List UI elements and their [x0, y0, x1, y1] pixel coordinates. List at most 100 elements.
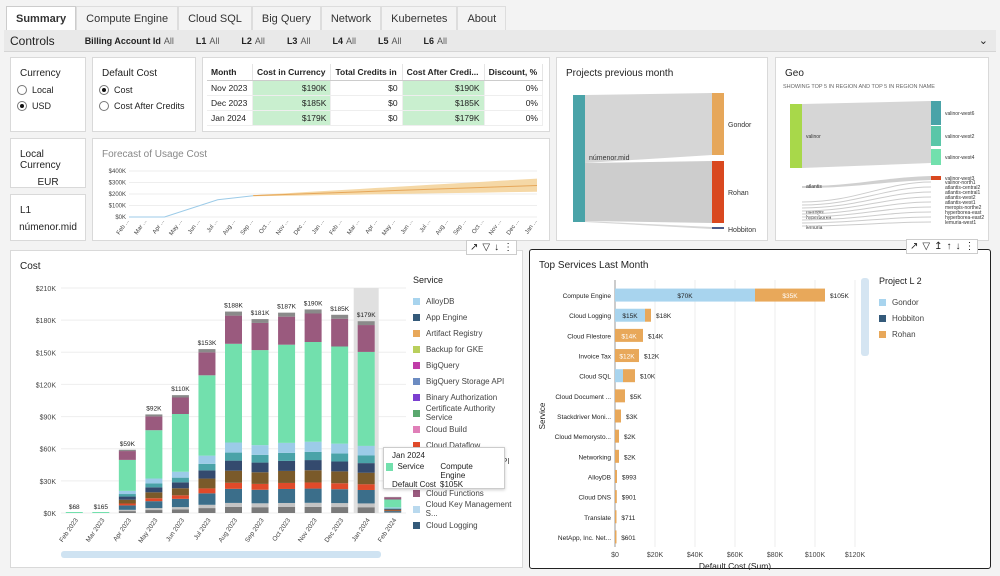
bar-segment: [145, 478, 163, 484]
tab-cloud-sql[interactable]: Cloud SQL: [178, 6, 252, 30]
geo-target-node: [931, 149, 941, 165]
currency-usd-radio[interactable]: USD: [17, 101, 85, 111]
filter-l4[interactable]: L4 All: [332, 36, 356, 46]
filter-icon[interactable]: ▽: [922, 241, 930, 252]
legend-item[interactable]: AlloyDB: [413, 293, 521, 309]
drill-down-icon[interactable]: ↓: [494, 242, 499, 253]
filter-l1[interactable]: L1 All: [196, 36, 220, 46]
cost-legend-title: Service: [413, 275, 444, 285]
bar-segment: [225, 343, 242, 443]
bar-segment: [331, 471, 349, 484]
x-tick-label: Mar ...: [347, 218, 362, 236]
tab-kubernetes[interactable]: Kubernetes: [381, 6, 458, 30]
cost-tooltip: Jan 2024 Service Compute Engine Default C…: [383, 447, 505, 489]
tab-summary[interactable]: Summary: [6, 6, 77, 30]
expand-icon[interactable]: ↗: [910, 241, 918, 252]
filter-billing-account[interactable]: Billing Account Id All: [85, 36, 174, 46]
table-header[interactable]: Cost in Currency: [252, 64, 332, 81]
table-header[interactable]: Month: [207, 64, 253, 81]
filter-l2[interactable]: L2 All: [241, 36, 265, 46]
geo-right-label: valinor-west6: [945, 111, 975, 117]
bar-segment: [145, 501, 163, 509]
bar-segment: [331, 503, 349, 508]
x-tick-label: Jul ...: [419, 218, 432, 233]
legend-item[interactable]: Rohan: [879, 326, 924, 342]
geo-left-label: atlantis: [806, 184, 822, 190]
bar-total-label: $2K: [624, 454, 636, 461]
more-icon[interactable]: ⋮: [964, 241, 974, 252]
legend-item[interactable]: Cloud Build: [413, 421, 521, 437]
drill-down-icon[interactable]: ↓: [955, 241, 960, 252]
bar-total-label: $18K: [656, 313, 672, 320]
bar-segment: [357, 321, 375, 326]
legend-label: BigQuery Storage API: [426, 376, 505, 386]
table-header[interactable]: Cost After Credi...: [402, 64, 485, 81]
legend-label: Rohan: [892, 329, 916, 339]
chevron-down-icon[interactable]: ⌄: [979, 34, 988, 47]
bar-rohan: [645, 308, 651, 322]
legend-item[interactable]: Binary Authorization: [413, 389, 521, 405]
legend-item[interactable]: Cloud Key Management S...: [413, 500, 521, 518]
up-icon[interactable]: ↑: [946, 241, 951, 252]
table-header[interactable]: Discount, %: [484, 64, 544, 81]
legend-item[interactable]: Gondor: [879, 294, 924, 310]
geo-title: Geo: [785, 68, 804, 79]
cost-radio[interactable]: Cost: [99, 85, 195, 95]
y-tick-label: Compute Engine: [563, 293, 612, 300]
legend-label: Cloud Key Management S...: [425, 500, 512, 518]
bar-segment: [198, 375, 216, 456]
x-tick-label: Oct ...: [258, 218, 272, 235]
legend-item[interactable]: App Engine: [413, 309, 521, 325]
cost-scrollbar[interactable]: [61, 551, 381, 558]
y-axis-label: Service: [538, 402, 547, 429]
expand-icon[interactable]: ↗: [470, 242, 478, 253]
bar-segment: [384, 508, 402, 510]
l1-title: L1: [20, 205, 32, 216]
tab-big-query[interactable]: Big Query: [251, 6, 321, 30]
legend-label: Cloud Build: [426, 424, 467, 434]
bar-segment: [331, 314, 349, 319]
tab-about[interactable]: About: [457, 6, 507, 30]
x-tick-label: Aug 2023: [217, 517, 239, 544]
tab-compute-engine[interactable]: Compute Engine: [76, 6, 179, 30]
more-icon[interactable]: ⋮: [503, 242, 513, 253]
bar-segment: [225, 452, 242, 461]
legend-swatch: [413, 393, 420, 401]
legend-item[interactable]: BigQuery Storage API: [413, 373, 521, 389]
filter-icon[interactable]: ▽: [482, 242, 490, 253]
month-cost-table: Month Cost in Currency Total Credits in …: [207, 64, 544, 126]
legend-item[interactable]: Cloud Logging: [413, 517, 521, 533]
filter-l6[interactable]: L6 All: [424, 36, 448, 46]
table-row: Jan 2024 $179K $0 $179K 0%: [207, 110, 544, 126]
y-tick-label: Cloud Memorysto...: [555, 434, 612, 441]
filter-l3[interactable]: L3 All: [287, 36, 311, 46]
projects-sankey: númenor.mid Gondor Rohan Hobbiton: [573, 93, 756, 234]
bar-total-label: $3K: [626, 414, 638, 421]
bar-rohan: [615, 510, 617, 524]
legend-swatch: [413, 297, 420, 305]
bar-segment: [304, 441, 322, 452]
legend-scrollbar[interactable]: [861, 278, 869, 356]
local-currency-value: EUR: [37, 177, 59, 188]
table-header[interactable]: Total Credits in: [330, 64, 403, 81]
bar-total-label: $190K: [304, 300, 323, 307]
currency-local-radio[interactable]: Local: [17, 85, 85, 95]
bar-segment: [198, 478, 216, 489]
legend-item[interactable]: BigQuery: [413, 357, 521, 373]
bar-gondor: [615, 369, 623, 383]
legend-item[interactable]: Artifact Registry: [413, 325, 521, 341]
legend-swatch: [413, 361, 420, 369]
legend-item[interactable]: Hobbiton: [879, 310, 924, 326]
cost-after-credits-radio[interactable]: Cost After Credits: [99, 101, 195, 111]
bar-segment: [304, 460, 322, 471]
legend-item[interactable]: Backup for GKE: [413, 341, 521, 357]
tab-network[interactable]: Network: [320, 6, 382, 30]
bar-segment: [171, 471, 189, 478]
bar-total-label: $14K: [648, 333, 664, 340]
drill-up-icon[interactable]: ↥: [934, 241, 942, 252]
legend-item[interactable]: Certificate Authority Service: [413, 404, 521, 422]
filter-l5[interactable]: L5 All: [378, 36, 402, 46]
bar-segment: [357, 507, 375, 513]
bar-segment: [331, 318, 349, 347]
x-tick-label: Apr ...: [152, 218, 166, 235]
